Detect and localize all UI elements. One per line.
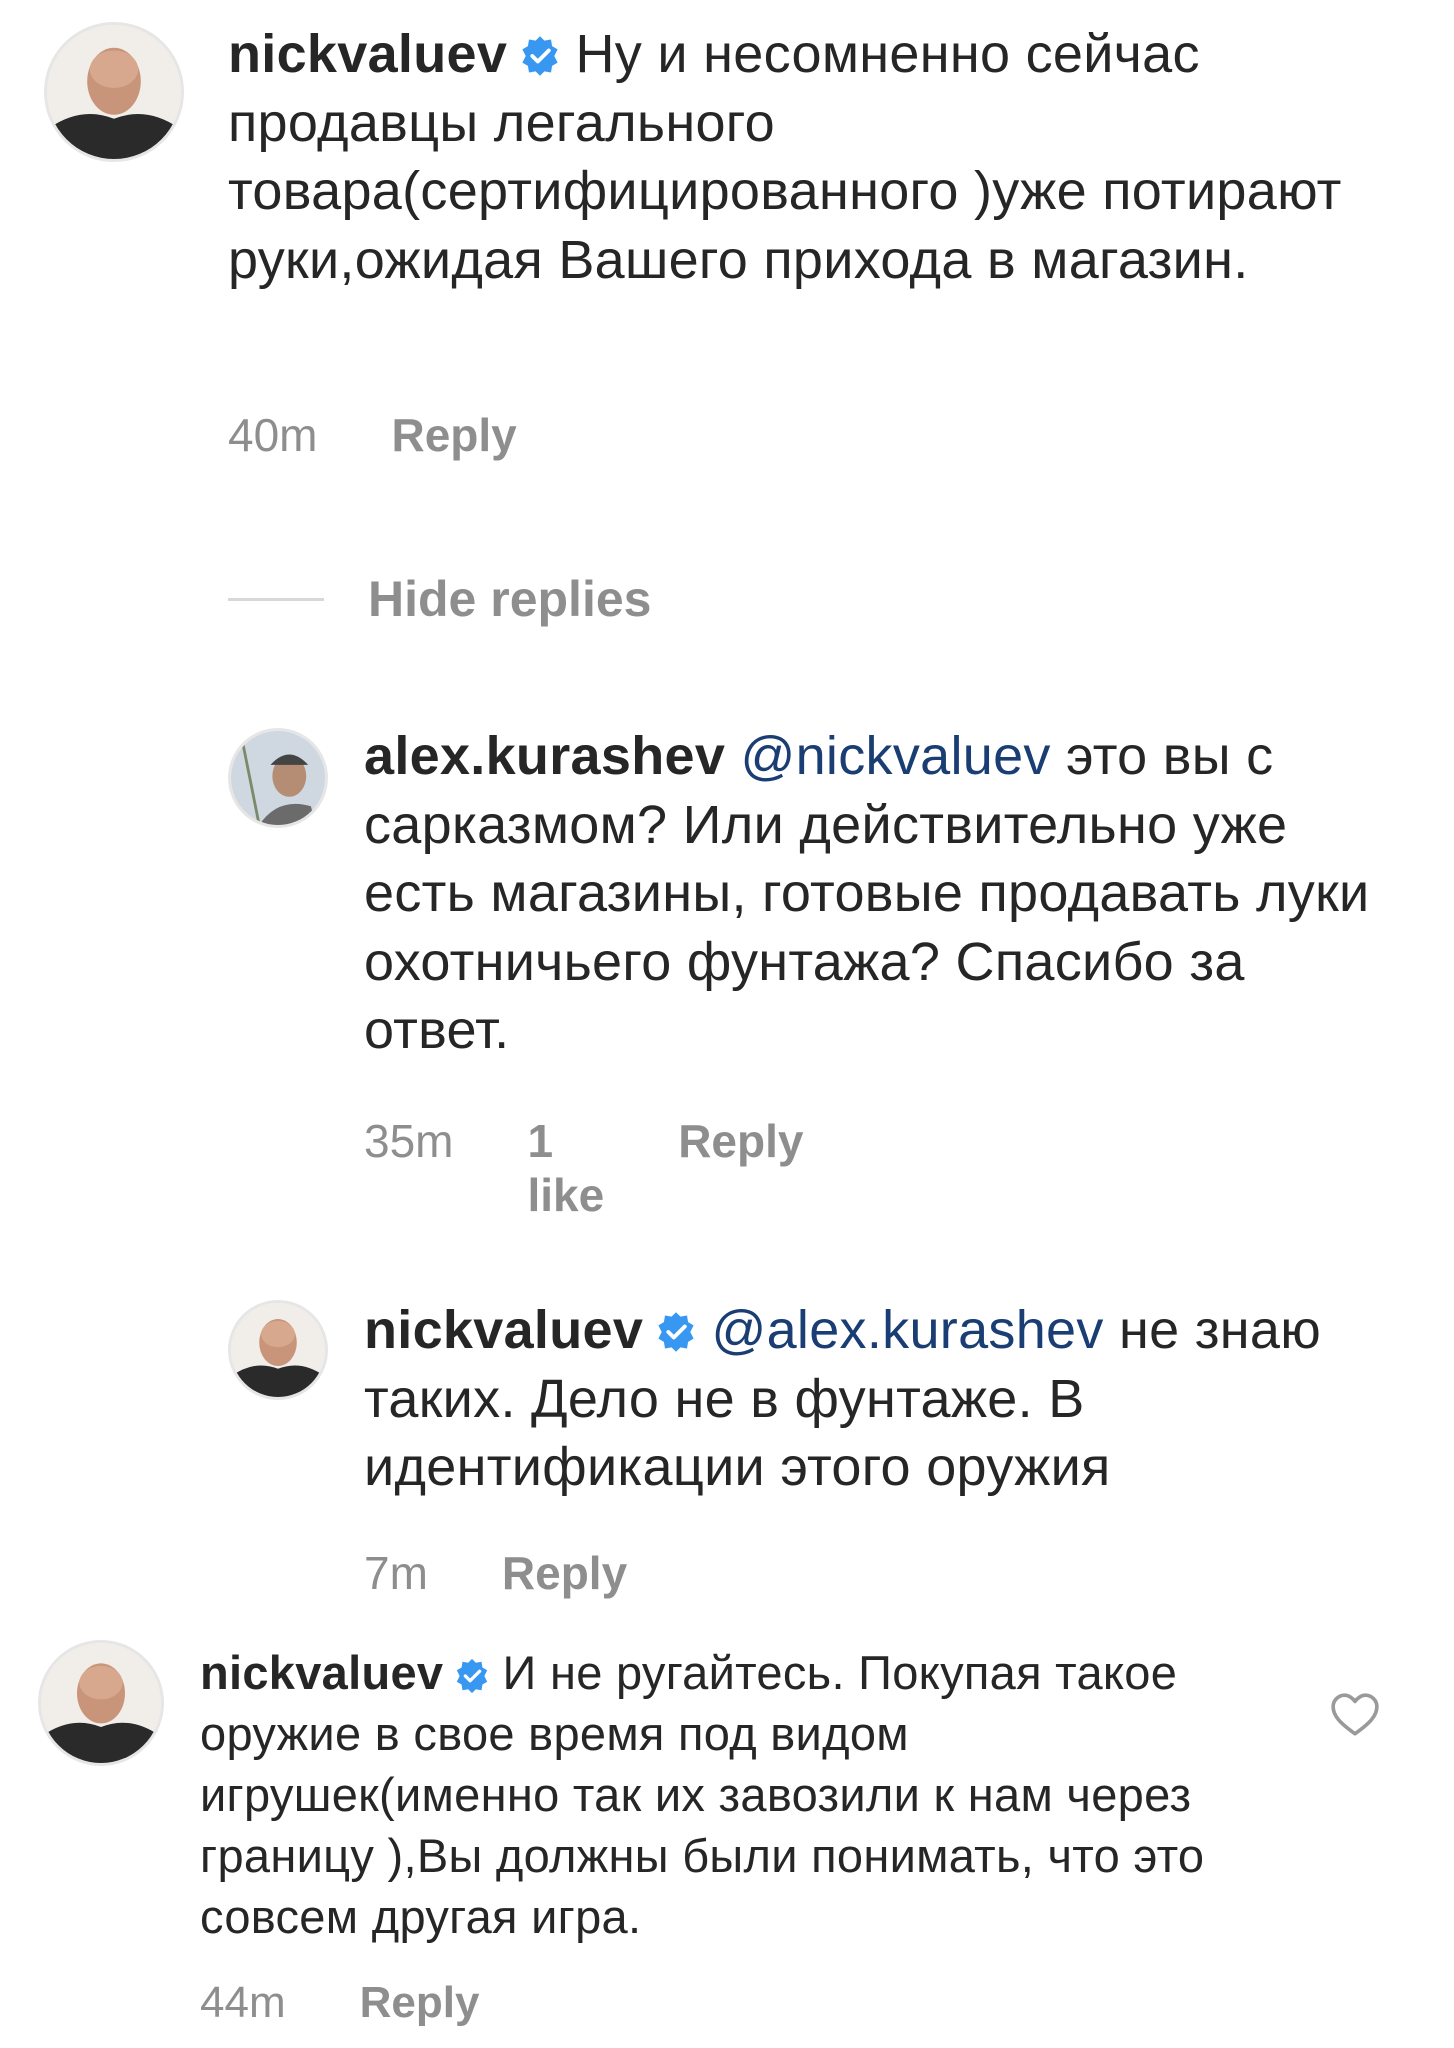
verified-badge-icon [654, 1310, 698, 1354]
mention-link[interactable]: @nickvaluev [740, 726, 1050, 786]
username[interactable]: nickvaluev [228, 24, 507, 84]
verified-badge-icon [453, 1657, 491, 1695]
avatar[interactable] [44, 22, 184, 162]
avatar[interactable] [228, 1300, 328, 1400]
avatar[interactable] [228, 728, 328, 828]
heart-outline-icon[interactable] [1330, 1692, 1380, 1738]
likes-count[interactable]: 1 like [527, 1114, 604, 1222]
reply-button[interactable]: Reply [391, 408, 516, 462]
timestamp: 44m [200, 1978, 286, 2027]
reply-button[interactable]: Reply [678, 1114, 803, 1222]
reply-button[interactable]: Reply [360, 1978, 480, 2028]
mention-link[interactable]: @alex.kurashev [711, 1300, 1103, 1360]
divider [228, 597, 324, 601]
verified-badge-icon [518, 34, 562, 78]
username[interactable]: alex.kurashev [364, 726, 725, 786]
timestamp: 35m [364, 1115, 454, 1167]
username[interactable]: nickvaluev [200, 1646, 443, 1699]
username[interactable]: nickvaluev [364, 1300, 643, 1360]
hide-replies-label[interactable]: Hide replies [368, 570, 651, 628]
timestamp: 40m [228, 409, 318, 461]
reply-button[interactable]: Reply [502, 1546, 627, 1600]
hide-replies-toggle[interactable]: Hide replies [228, 570, 651, 628]
avatar[interactable] [38, 1640, 164, 1766]
timestamp: 7m [364, 1547, 428, 1599]
